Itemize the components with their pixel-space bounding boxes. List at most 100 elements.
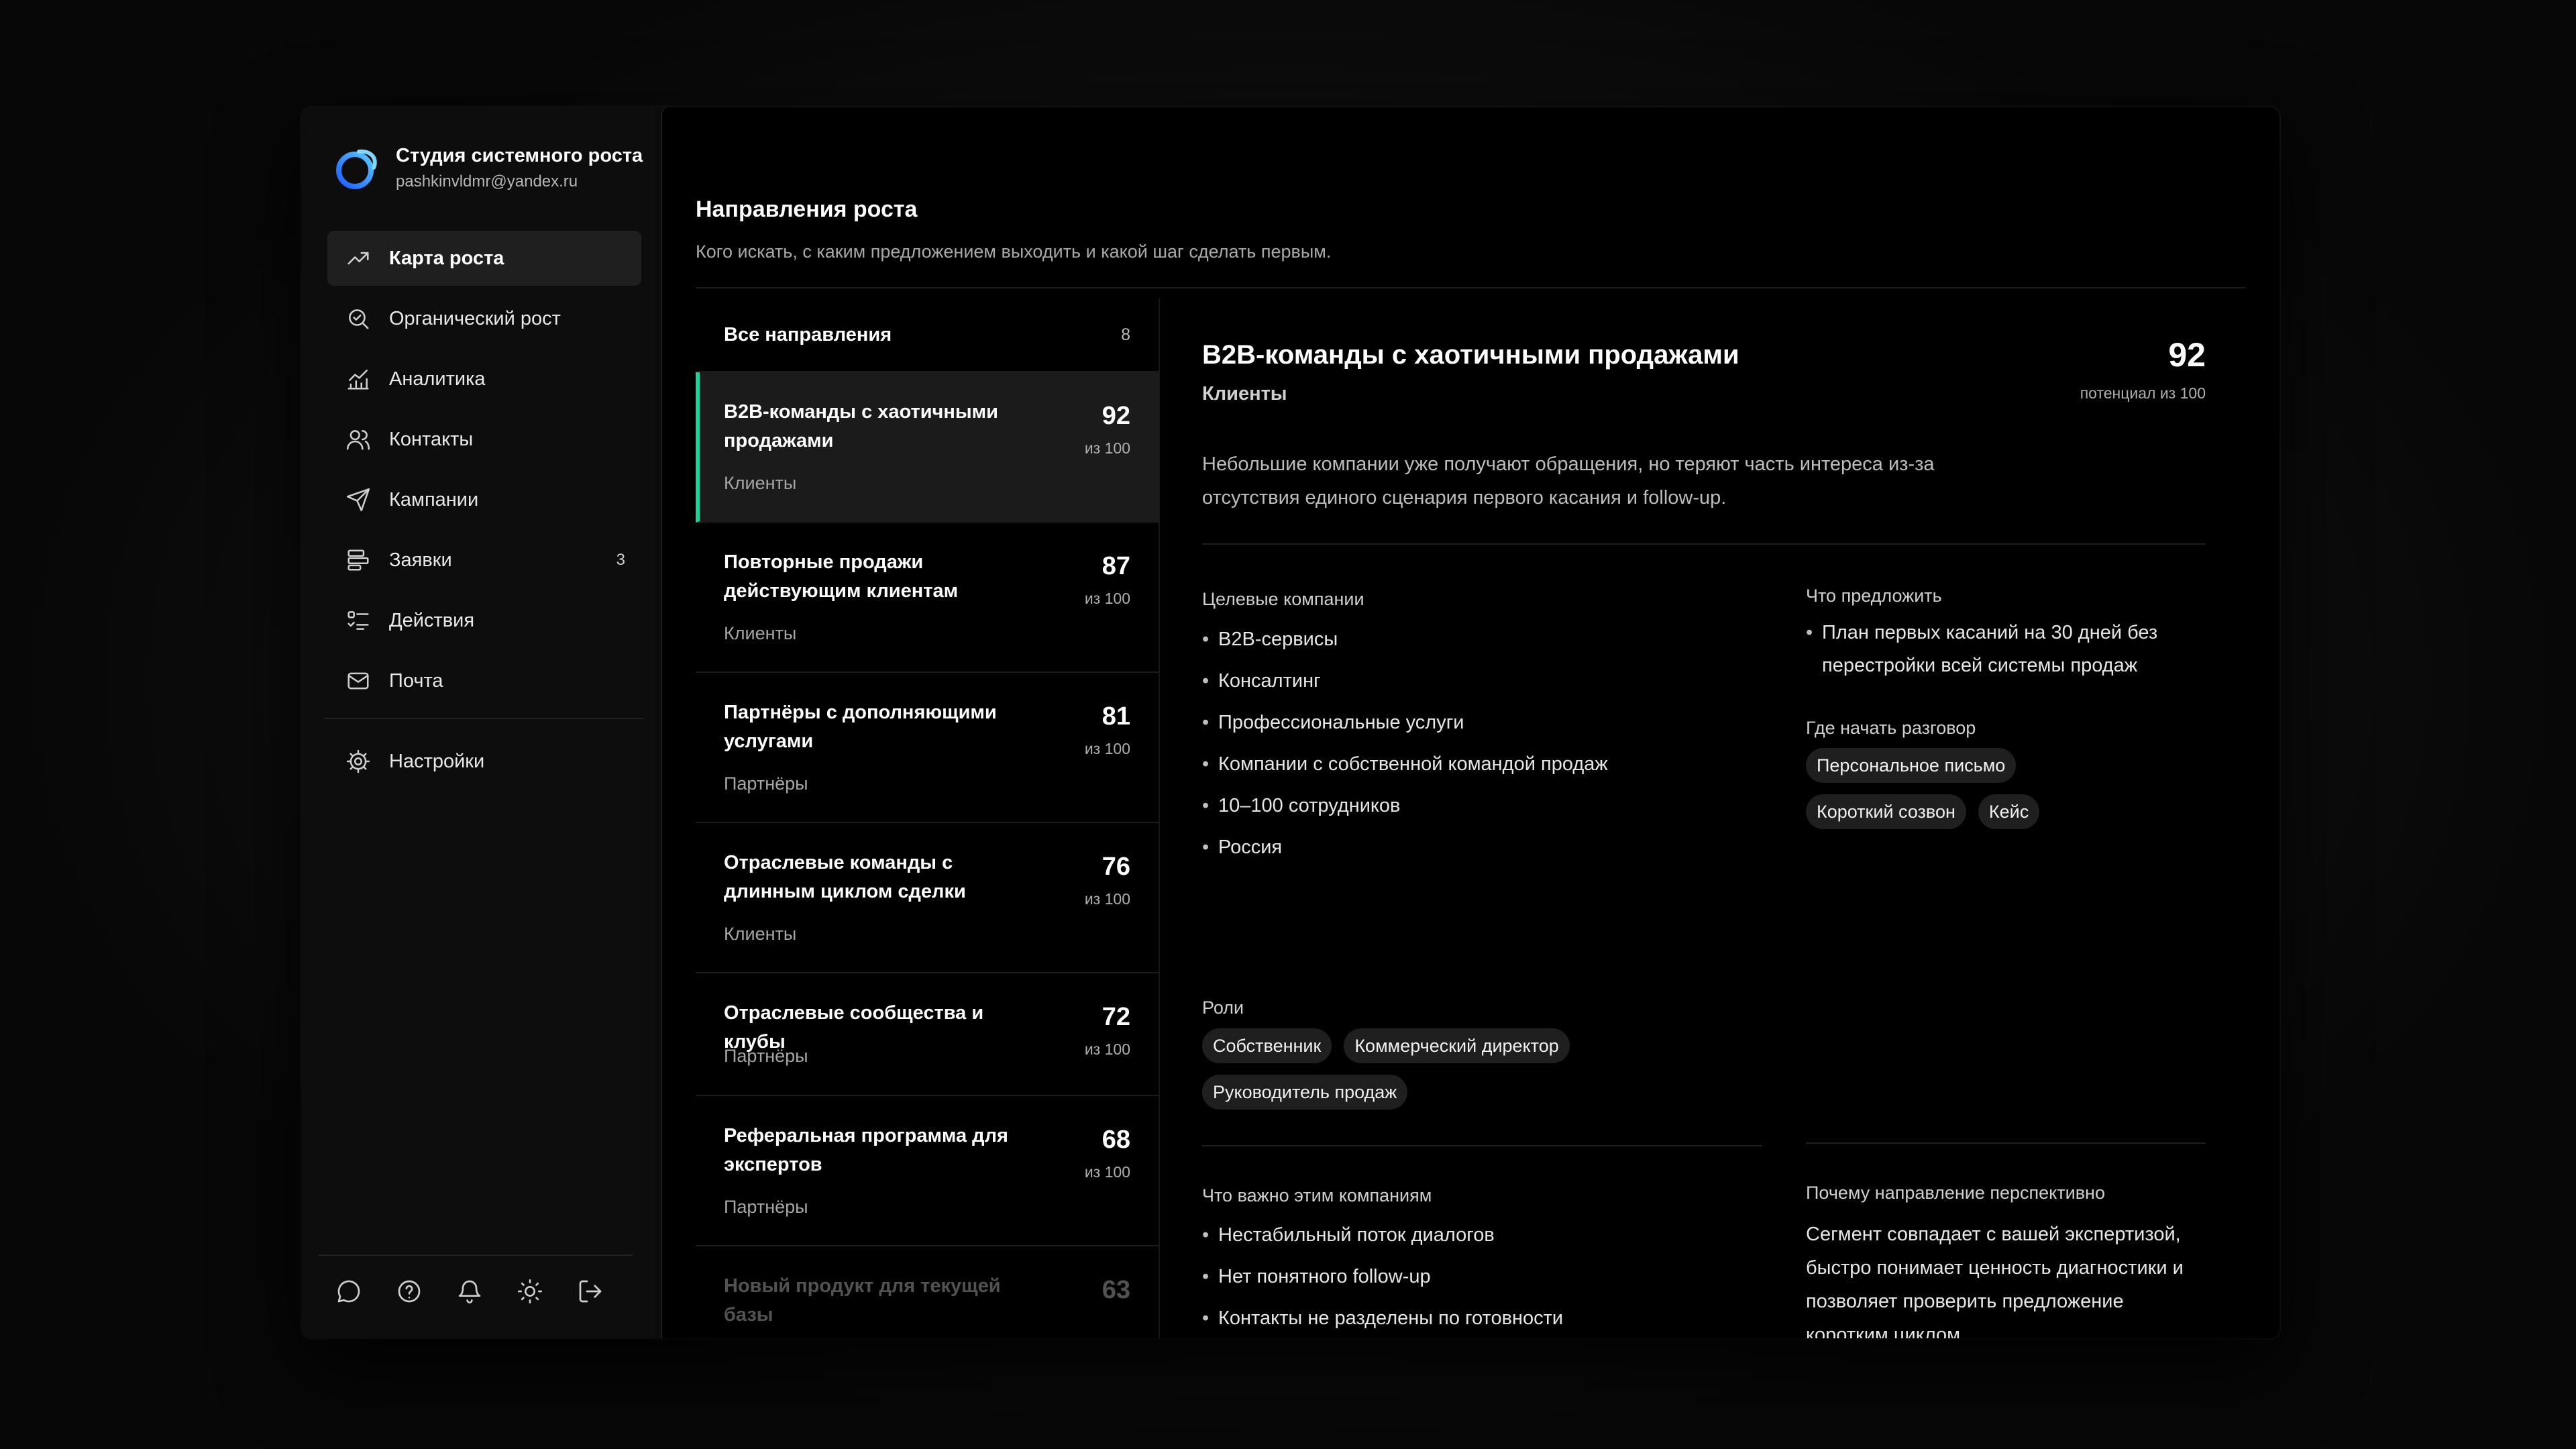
logo-icon [336,149,377,189]
page-title: Направления роста [696,197,918,222]
contacts-icon [345,426,372,453]
item-category: Клиенты [724,623,797,643]
brand[interactable]: Студия системного роста pashkinvldmr@yan… [332,144,643,192]
start-label: Где начать разговор [1806,718,1976,738]
sidebar-item-mail[interactable]: Почта [327,653,641,708]
item-category: Партнёры [724,1197,808,1217]
brand-email: pashkinvldmr@yandex.ru [396,172,578,191]
list-item: План первых касаний на 30 дней без перес… [1806,616,2202,682]
sidebar-item-actions[interactable]: Действия [327,593,641,648]
list-item[interactable]: Партнёры с дополняющими услугами Партнёр… [696,673,1159,823]
sidebar-item-requests[interactable]: Заявки 3 [327,533,641,588]
app-window: Студия системного роста pashkinvldmr@yan… [302,107,2279,1338]
detail-score-caption: потенциал из 100 [2080,384,2206,402]
item-title: B2B-команды с хаотичными продажами [724,401,998,451]
list-item: B2B-сервисы [1202,627,1608,669]
item-score: 87 [1102,552,1130,580]
header-divider [696,287,2246,288]
start-chip[interactable]: Персональное письмо [1806,748,2017,783]
sidebar-item-label: Кампании [389,488,479,511]
sidebar-item-label: Аналитика [389,368,486,390]
targets-list: B2B-сервисы Консалтинг Профессиональные … [1202,627,1608,877]
item-score: 72 [1102,1003,1130,1031]
item-score-caption: из 100 [1084,740,1130,757]
item-title: Партнёры с дополняющими услугами [724,702,997,752]
offer-list: План первых касаний на 30 дней без перес… [1806,616,2202,682]
detail-category: Клиенты [1202,383,1287,405]
roles-label: Роли [1202,998,1244,1018]
item-score-caption: из 100 [1084,1163,1130,1181]
sidebar-item-label: Контакты [389,428,474,450]
list-header-label: Все направления [724,323,892,345]
sidebar-item-label: Настройки [389,750,485,772]
sidebar-item-organic[interactable]: Органический рост [327,291,641,346]
nav-divider [325,718,644,719]
list-item[interactable]: Повторные продажи действующим клиентам К… [696,523,1159,673]
item-title: Отраслевые команды с длинным циклом сдел… [724,852,966,902]
offer-label: Что предложить [1806,586,1942,606]
item-score-caption: из 100 [1084,1040,1130,1058]
list-item[interactable]: Реферальная программа для экспертов Парт… [696,1096,1159,1246]
sidebar-item-contacts[interactable]: Контакты [327,412,641,467]
detail-score: 92 [2168,336,2206,374]
sidebar-item-campaigns[interactable]: Кампании [327,472,641,527]
important-list: Нестабильный поток диалогов Нет понятног… [1202,1223,1563,1338]
item-category: Клиенты [724,473,797,493]
item-score: 63 [1102,1276,1130,1304]
targets-label: Целевые компании [1202,589,1364,609]
list-item[interactable]: Отраслевые команды с длинным циклом сдел… [696,823,1159,973]
start-chip[interactable]: Кейс [1978,794,2040,829]
logout-icon[interactable] [574,1275,607,1308]
item-title: Реферальная программа для экспертов [724,1125,1008,1175]
important-label: Что важно этим компаниям [1202,1185,1432,1205]
list-item[interactable]: B2B-команды с хаотичными продажами Клиен… [696,372,1159,523]
list-item[interactable]: Отраслевые сообщества и клубы Партнёры 7… [696,973,1159,1096]
sidebar-item-label: Действия [389,609,475,631]
item-score: 76 [1102,853,1130,881]
chat-icon[interactable] [332,1275,366,1308]
why-label: Почему направление перспективно [1806,1183,2105,1203]
start-chips: Персональное письмо Короткий созвон Кейс [1806,748,2155,841]
sidebar-item-settings[interactable]: Настройки [327,734,641,789]
bell-icon[interactable] [453,1275,486,1308]
sidebar-item-analytics[interactable]: Аналитика [327,352,641,407]
sidebar-item-label: Карта роста [389,247,504,269]
role-chip[interactable]: Коммерческий директор [1344,1028,1570,1063]
detail-description: Небольшие компании уже получают обращени… [1202,453,1935,508]
item-category: Партнёры [724,1046,808,1066]
detail-divider [1202,543,2206,545]
list-filter-all[interactable]: Все направления 8 [696,299,1159,372]
section-divider [1806,1142,2206,1144]
requests-icon [345,547,372,574]
sidebar-item-label: Заявки [389,549,452,571]
role-chip[interactable]: Собственник [1202,1028,1332,1063]
role-chip[interactable]: Руководитель продаж [1202,1075,1408,1110]
item-score-caption: из 100 [1084,439,1130,457]
search-check-icon [345,305,372,332]
item-score-caption: из 100 [1084,590,1130,607]
item-score: 81 [1102,702,1130,731]
sidebar-nav: Карта роста Органический рост Аналитика … [325,231,644,794]
item-title: Новый продукт для текущей базы [724,1275,1001,1326]
sun-icon[interactable] [513,1275,547,1308]
send-icon [345,486,372,513]
start-chip[interactable]: Короткий созвон [1806,794,1966,829]
list-item[interactable]: Новый продукт для текущей базы 63 [696,1246,1159,1338]
footer-divider [319,1254,633,1256]
checklist-icon [345,607,372,634]
item-score-caption: из 100 [1084,890,1130,908]
mail-icon [345,667,372,694]
help-icon[interactable] [392,1275,426,1308]
list-item: Компании с собственной командой продаж [1202,752,1608,794]
gear-icon [345,748,372,775]
page-subtitle: Кого искать, с каким предложением выходи… [696,241,1332,262]
sidebar-footer [332,1275,634,1308]
list-item: Нестабильный поток диалогов [1202,1223,1563,1265]
sidebar: Студия системного роста pashkinvldmr@yan… [302,107,654,1338]
list-item: Контакты не разделены по готовности [1202,1306,1563,1338]
requests-count-badge: 3 [616,551,625,569]
sidebar-item-label: Почта [389,669,443,692]
item-score: 92 [1102,402,1130,430]
sidebar-item-growth-map[interactable]: Карта роста [327,231,641,286]
list-item: Консалтинг [1202,669,1608,710]
